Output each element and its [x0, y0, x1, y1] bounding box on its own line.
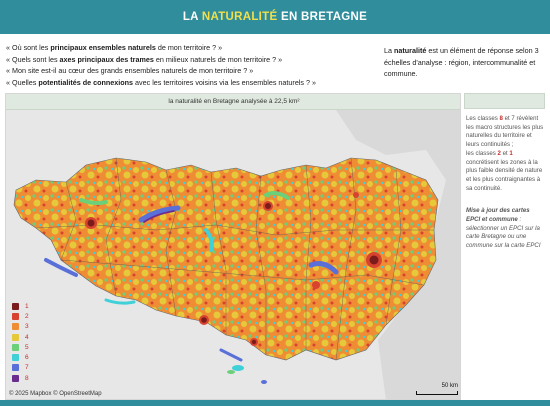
legend-label: 7 [25, 364, 29, 372]
legend-label: 3 [25, 323, 29, 331]
legend-item[interactable]: 7 [12, 363, 29, 373]
map-panel[interactable]: la naturalité en Bretagne analysée à 22,… [5, 93, 461, 400]
legend-item[interactable]: 2 [12, 311, 29, 321]
bottom-strip [0, 400, 550, 406]
question-bold: axes principaux des trames [59, 54, 154, 64]
legend-label: 4 [25, 333, 29, 341]
side-panel: Les classes 8 et 7 révèlent les macro st… [464, 93, 545, 400]
question-item: « Quels sont les axes principaux des tra… [6, 54, 376, 66]
naturalite-map[interactable] [6, 110, 461, 400]
intro-pre: La [384, 46, 394, 55]
question-text: de mon territoire ? » [155, 43, 223, 52]
question-list: « Où sont les principaux ensembles natur… [6, 42, 376, 88]
update-note: Mise à jour des cartes EPCI et commune :… [464, 207, 545, 251]
question-text: « Où sont les [6, 43, 51, 52]
question-item: « Mon site est-il au cœur des grands ens… [6, 65, 376, 77]
side-text: concrétisent les zones à la plus faible … [466, 158, 543, 192]
legend-item[interactable]: 6 [12, 352, 29, 362]
intro-text: La naturalité est un élément de réponse … [384, 45, 544, 80]
page-title: LA NATURALITÉ EN BRETAGNE [183, 11, 367, 23]
scale-label: 50 km [441, 383, 458, 389]
class-1-label: 1 [509, 149, 513, 157]
legend-swatch [12, 333, 19, 341]
question-item: « Où sont les principaux ensembles natur… [6, 42, 376, 54]
legend-swatch [12, 323, 19, 331]
legend-swatch [12, 302, 19, 310]
legend-swatch [12, 374, 19, 382]
legend-label: 8 [25, 374, 29, 382]
intro-bold: naturalité [394, 46, 427, 55]
question-text: « Quelles [6, 77, 39, 87]
legend-label: 2 [25, 312, 29, 320]
map-title: la naturalité en Bretagne analysée à 22,… [6, 94, 460, 110]
legend-item[interactable]: 4 [12, 332, 29, 342]
legend-label: 6 [25, 354, 29, 362]
class-explanation: Les classes 8 et 7 révèlent les macro st… [464, 115, 545, 193]
legend-label: 5 [25, 343, 29, 351]
legend-item[interactable]: 5 [12, 342, 29, 352]
legend-item[interactable]: 8 [12, 373, 29, 383]
title-highlight: NATURALITÉ [201, 11, 278, 23]
question-text: « Mon site est-il au cœur des grands ens… [6, 66, 254, 75]
question-bold: potentialités de connexions [38, 77, 134, 87]
legend-swatch [12, 343, 19, 351]
page: LA NATURALITÉ EN BRETAGNE « Où sont les … [0, 0, 550, 406]
legend-swatch [12, 354, 19, 362]
legend-swatch [12, 312, 19, 320]
side-text: les classes [466, 149, 498, 157]
side-panel-header [464, 93, 545, 109]
scale-line [416, 391, 458, 395]
question-text: « Quels sont les [6, 54, 60, 64]
legend-item[interactable]: 1 [12, 301, 29, 311]
title-banner: LA NATURALITÉ EN BRETAGNE [0, 0, 550, 34]
question-bold: principaux ensembles naturels [50, 43, 156, 52]
question-item: « Quelles potentialités de connexions av… [6, 77, 376, 89]
title-prefix: LA [182, 11, 202, 23]
title-suffix: EN BRETAGNE [277, 11, 368, 23]
map-legend: 1 2 3 4 5 6 7 8 [12, 301, 29, 383]
question-text: en milieux naturels de mon territoire ? … [153, 54, 283, 64]
islands [227, 365, 267, 384]
legend-label: 1 [25, 302, 29, 310]
question-text: avec les territoires voisins via les ens… [133, 77, 316, 87]
legend-swatch [12, 364, 19, 372]
side-text: Les classes [466, 115, 500, 122]
map-attribution[interactable]: © 2025 Mapbox © OpenStreetMap [9, 391, 102, 397]
legend-item[interactable]: 3 [12, 322, 29, 332]
scale-bar: 50 km [416, 383, 458, 396]
